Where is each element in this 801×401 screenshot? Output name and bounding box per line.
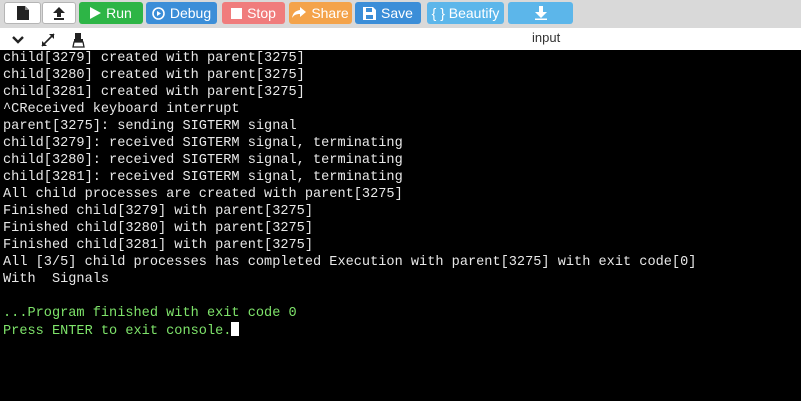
console-line: Finished child[3280] with parent[3275] <box>3 221 313 236</box>
debug-label: Debug <box>169 5 212 21</box>
file-icon <box>16 6 29 20</box>
debug-icon <box>152 6 165 20</box>
stop-label: Stop <box>247 5 276 21</box>
play-icon <box>90 7 102 19</box>
console-line: ^CReceived keyboard interrupt <box>3 102 240 117</box>
text-cursor <box>231 322 240 336</box>
clear-console-icon[interactable] <box>71 32 87 48</box>
console-line: child[3279]: received SIGTERM signal, te… <box>3 136 403 151</box>
console-output[interactable]: child[3279] created with parent[3275] chi… <box>0 50 801 401</box>
beautify-button[interactable]: { } Beautify <box>427 2 504 24</box>
beautify-label: { } Beautify <box>431 5 500 21</box>
console-line: Finished child[3279] with parent[3275] <box>3 204 313 219</box>
expand-icon[interactable] <box>40 32 56 48</box>
console-line: child[3281]: received SIGTERM signal, te… <box>3 170 403 185</box>
console-line: ...Program finished with exit code 0 <box>3 306 297 321</box>
share-label: Share <box>311 5 349 21</box>
console-line: child[3281] created with parent[3275] <box>3 85 305 100</box>
console-line: All [3/5] child processes has completed … <box>3 255 697 270</box>
save-button[interactable]: Save <box>355 2 421 24</box>
stop-icon <box>231 7 243 19</box>
chevron-down-icon[interactable] <box>10 32 26 48</box>
download-icon <box>534 6 548 20</box>
upload-button[interactable] <box>42 2 76 24</box>
console-line: All child processes are created with par… <box>3 187 403 202</box>
download-button[interactable] <box>508 2 573 24</box>
console-line: Press ENTER to exit console. <box>0 322 801 339</box>
toolbar: Run Debug Stop Share Save { } Beautify <box>0 0 801 28</box>
run-button[interactable]: Run <box>79 2 143 24</box>
io-panel-label: input <box>532 30 561 45</box>
upload-icon <box>52 6 66 20</box>
new-file-button[interactable] <box>4 2 41 24</box>
debug-button[interactable]: Debug <box>146 2 217 24</box>
save-label: Save <box>381 5 413 21</box>
console-line: child[3280] created with parent[3275] <box>3 68 305 83</box>
console-line: child[3280]: received SIGTERM signal, te… <box>3 153 403 168</box>
run-label: Run <box>106 5 132 21</box>
console-line: parent[3275]: sending SIGTERM signal <box>3 119 297 134</box>
console-line: Finished child[3281] with parent[3275] <box>3 238 313 253</box>
io-panel-bar: input <box>0 28 801 50</box>
save-icon <box>363 6 377 20</box>
share-button[interactable]: Share <box>289 2 352 24</box>
share-icon <box>292 7 307 19</box>
console-line: child[3279] created with parent[3275] <box>3 51 305 66</box>
console-line: With Signals <box>3 272 110 287</box>
stop-button[interactable]: Stop <box>222 2 285 24</box>
